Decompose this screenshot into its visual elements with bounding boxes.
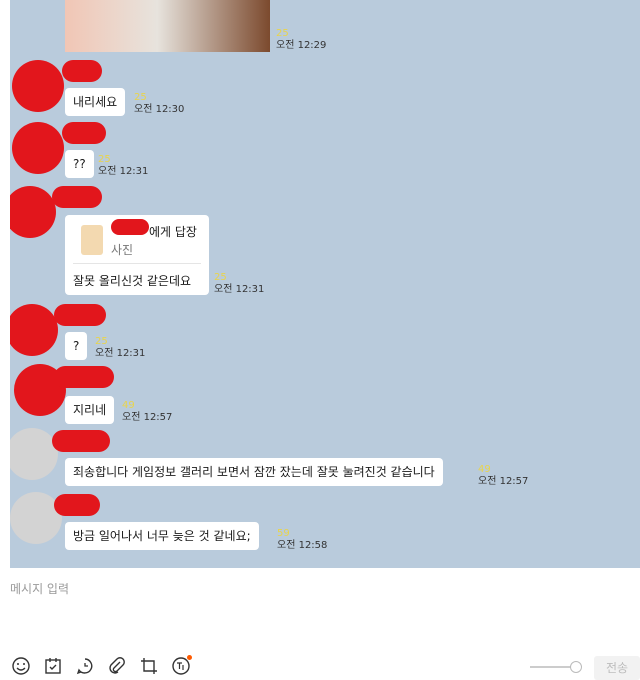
avatar[interactable]: [10, 186, 56, 238]
emoji-icon[interactable]: [11, 656, 31, 676]
reply-bubble[interactable]: 에게 답장 사진 잘못 올리신것 같은데요: [65, 215, 209, 295]
photo-message[interactable]: [65, 0, 270, 52]
chat-area: 25 오전 12:29 내리세요 25 오전 12:30 ?? 25 오전 12…: [10, 0, 640, 568]
reply-target-label: 에게 답장: [149, 225, 197, 239]
sender-name: [62, 60, 102, 82]
calendar-icon[interactable]: [43, 656, 63, 676]
timestamp: 오전 12:30: [134, 104, 185, 115]
read-count: 25: [134, 92, 147, 103]
send-button[interactable]: 전송: [594, 656, 640, 680]
timestamp: 오전 12:29: [276, 40, 327, 51]
message-bubble[interactable]: 방금 일어나서 너무 늦은 것 같네요;: [65, 522, 259, 550]
notification-dot: [187, 655, 192, 660]
message-bubble[interactable]: 지리네: [65, 396, 115, 424]
read-count: 49: [478, 464, 491, 475]
message-meta: 49 오전 12:57: [122, 400, 172, 424]
timestamp: 오전 12:58: [277, 540, 328, 551]
read-count: 25: [214, 272, 227, 283]
read-count: 25: [276, 28, 289, 39]
read-count: 25: [98, 154, 111, 165]
read-count: 49: [122, 400, 135, 411]
reply-thumbnail: [81, 225, 103, 255]
sender-name: [62, 122, 106, 144]
timestamp: 오전 12:57: [122, 412, 173, 423]
crop-icon[interactable]: [139, 656, 159, 676]
message-meta: 25 오전 12:31: [98, 154, 148, 178]
message-bubble[interactable]: ??: [65, 150, 94, 178]
read-count: 25: [95, 336, 108, 347]
message-text: 잘못 올리신것 같은데요: [73, 274, 192, 288]
reply-target-name: [111, 219, 149, 235]
timestamp: 오전 12:31: [98, 166, 149, 177]
message-meta: 25 오전 12:31: [95, 336, 145, 360]
message-meta: 25 오전 12:30: [134, 92, 184, 116]
slider-handle[interactable]: [570, 661, 582, 673]
message-bubble[interactable]: 죄송합니다 게임정보 갤러리 보면서 잠깐 잤는데 잘못 눌려진것 같습니다: [65, 458, 443, 486]
avatar[interactable]: [12, 60, 64, 112]
translate-icon[interactable]: [171, 655, 192, 676]
chat-bubble-icon[interactable]: [75, 656, 95, 676]
message-bubble[interactable]: 내리세요: [65, 88, 126, 116]
avatar[interactable]: [12, 122, 64, 174]
timestamp: 오전 12:57: [478, 476, 529, 487]
message-input-area[interactable]: 메시지 입력 전송: [0, 568, 640, 680]
message-bubble[interactable]: ?: [65, 332, 88, 360]
timestamp: 오전 12:31: [95, 348, 146, 359]
message-meta: 49 오전 12:57: [478, 464, 528, 488]
opacity-slider[interactable]: [530, 661, 582, 673]
reply-kind: 사진: [111, 243, 134, 257]
avatar[interactable]: [10, 428, 58, 480]
divider: [73, 263, 201, 264]
message-meta: 59 오전 12:58: [277, 528, 327, 552]
sender-name: [52, 430, 110, 452]
sender-name: [54, 494, 100, 516]
input-toolbar: 전송: [0, 655, 640, 680]
message-meta: 25 오전 12:31: [214, 272, 264, 296]
timestamp: 오전 12:31: [214, 284, 265, 295]
paperclip-icon[interactable]: [107, 656, 127, 676]
read-count: 59: [277, 528, 290, 539]
avatar[interactable]: [10, 304, 58, 356]
photo-meta: 25 오전 12:29: [276, 28, 326, 52]
sender-name: [54, 304, 106, 326]
message-input[interactable]: 메시지 입력: [10, 580, 69, 597]
sender-name: [54, 366, 114, 388]
sender-name: [52, 186, 102, 208]
